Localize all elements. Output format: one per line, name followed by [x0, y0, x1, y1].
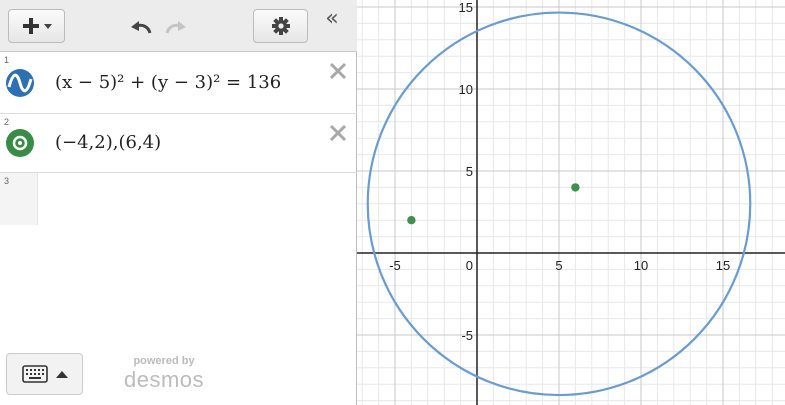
redo-icon [165, 21, 186, 34]
x-tick-label: 5 [555, 258, 562, 273]
y-tick-label: 15 [459, 0, 473, 15]
graph-canvas[interactable]: -5 5 10 15 -5 5 10 15 0 [357, 0, 785, 405]
data-point [407, 216, 416, 225]
expression-number: 1 [4, 55, 10, 65]
wave-icon[interactable] [5, 68, 35, 98]
y-tick-label: 10 [459, 82, 473, 97]
expression-number: 3 [4, 176, 10, 186]
powered-by-text: powered by [133, 355, 195, 367]
add-item-button[interactable] [8, 9, 65, 43]
graph-paper[interactable]: -5 5 10 15 -5 5 10 15 0 [357, 0, 785, 405]
x-tick-label: 10 [634, 258, 648, 273]
point-icon[interactable] [5, 128, 35, 158]
expression-row[interactable]: 1 (x − 5)² + (y − 3)² = 136 [0, 52, 357, 114]
plus-icon [22, 18, 52, 34]
double-chevron-left-icon: « [325, 5, 339, 31]
y-tick-label: -5 [461, 328, 473, 343]
graph-background [357, 0, 785, 405]
expression-gutter: 3 [0, 173, 38, 225]
expression-row-empty[interactable]: 3 [0, 173, 357, 225]
data-point [571, 183, 580, 192]
toolbar: « [0, 0, 357, 52]
x-tick-label: 15 [716, 258, 730, 273]
desmos-calculator: « 1 (x − 5)² + (y − 3)² = 136 2 (−4,2),(… [0, 0, 785, 405]
close-icon [329, 124, 347, 142]
expression-panel: « 1 (x − 5)² + (y − 3)² = 136 2 (−4,2),(… [0, 0, 357, 405]
close-icon [329, 62, 347, 80]
x-tick-label: -5 [389, 258, 401, 273]
keyboard-icon [21, 365, 48, 383]
redo-button[interactable] [161, 13, 191, 41]
expression-gutter: 1 [0, 52, 38, 113]
gear-icon [271, 17, 290, 35]
collapse-panel-button[interactable]: « [318, 4, 346, 32]
delete-expression-button[interactable] [327, 122, 349, 144]
origin-label: 0 [466, 258, 473, 273]
expression-number: 2 [4, 117, 10, 127]
keyboard-toggle-button[interactable] [6, 353, 83, 395]
y-tick-label: 5 [466, 164, 473, 179]
desmos-logo: desmos [123, 367, 205, 392]
delete-expression-button[interactable] [327, 60, 349, 82]
expression-list: 1 (x − 5)² + (y − 3)² = 136 2 (−4,2),(6,… [0, 52, 357, 225]
settings-button[interactable] [253, 9, 308, 43]
caret-up-icon [55, 371, 68, 378]
undo-button[interactable] [126, 13, 156, 41]
expression-input[interactable]: (x − 5)² + (y − 3)² = 136 [55, 72, 281, 93]
expression-input[interactable]: (−4,2),(6,4) [55, 132, 161, 153]
expression-gutter: 2 [0, 114, 38, 172]
expression-row[interactable]: 2 (−4,2),(6,4) [0, 114, 357, 173]
undo-icon [131, 21, 152, 34]
